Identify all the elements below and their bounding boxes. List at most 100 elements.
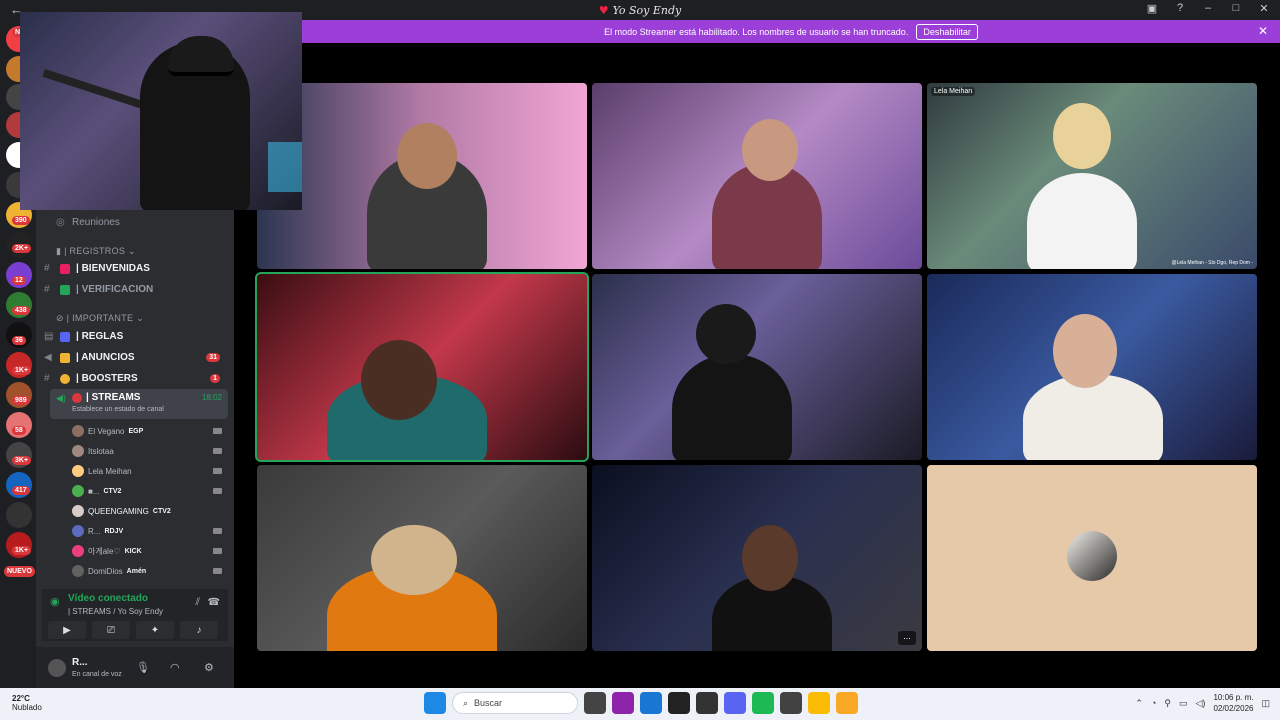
obs-icon[interactable] [780,692,802,714]
channel-status-hint[interactable]: Establece un estado de canal [72,406,164,413]
channel-reuniones[interactable]: ◎ Reuniones [56,217,120,228]
participant-head [742,525,798,591]
channel-reglas[interactable]: ▤ | REGLAS [44,331,123,342]
voice-channel-icon: ◎ [56,217,65,228]
voice-speaker-icon: ◀) [56,393,66,403]
video-tile[interactable] [592,274,922,460]
video-grid: Lela Meihan @Lela Meihan - Slo Dgo, Rep … [234,43,1280,688]
video-tile-no-camera[interactable] [927,465,1257,651]
participant-head [361,340,437,420]
voice-user[interactable]: Lela Meihan [72,465,222,477]
voice-user[interactable]: 아게ale♡ KICK [72,545,222,557]
camera-icon [213,548,222,554]
store-icon[interactable] [640,692,662,714]
voice-user-name: R... [88,526,101,536]
disconnect-icon[interactable]: ☎ [208,597,220,608]
channel-bienvenidas[interactable]: # | BIENVENIDAS [44,263,150,274]
weather-widget[interactable]: 22°C Nublado [12,694,42,712]
voice-user-tag: RDJV [104,527,124,535]
close-window-icon[interactable]: ✕ [1256,2,1272,15]
video-tile[interactable]: Lela Meihan @Lela Meihan - Slo Dgo, Rep … [927,83,1257,269]
mic-tray-icon[interactable]: ⚲ [1164,698,1171,709]
video-tile[interactable] [257,465,587,651]
server-badge: 12 [12,276,26,285]
camera-icon [213,428,222,434]
minimize-icon[interactable]: – [1200,2,1216,15]
voice-user-tag: CTV2 [103,487,122,495]
channel-streams-active[interactable]: ◀) | STREAMS 18:02 Establece un estado d… [50,389,228,419]
voice-user[interactable]: DomiDios Amén [72,565,222,577]
video-tile[interactable] [592,83,922,269]
server-icon[interactable] [6,502,32,528]
channel-streams-label: | STREAMS [86,392,141,403]
new-server-badge: NUEVO [4,566,35,577]
streamer-cap [168,36,234,76]
close-banner-icon[interactable]: ✕ [1258,24,1268,38]
avatar [72,445,84,457]
channel-verificacion[interactable]: # | VERIFICACION [44,284,153,295]
avatar[interactable] [48,659,66,677]
maximize-icon[interactable]: □ [1228,2,1244,15]
microphone-icon[interactable]: 🎙 [136,661,150,674]
taskbar-search[interactable]: ⌕ Buscar [452,692,578,714]
channel-boosters[interactable]: # | BOOSTERS 1 [44,373,230,384]
video-tile[interactable]: ... [592,465,922,651]
volume-icon[interactable]: ◁) [1196,698,1206,709]
headphones-icon[interactable]: ◠ [170,661,180,674]
spotify-icon[interactable] [752,692,774,714]
terminal-icon[interactable] [668,692,690,714]
voice-user[interactable]: R... RDJV [72,525,222,537]
search-icon: ⌕ [463,697,469,708]
video-tile[interactable] [927,274,1257,460]
help-icon[interactable]: ? [1172,2,1188,15]
chrome-icon[interactable] [808,692,830,714]
disable-streamer-button[interactable]: Deshabilitar [916,23,978,40]
voice-user-tag: Amén [126,567,147,575]
mention-badge: 1 [210,374,220,383]
voice-connection-panel: ◉ Vídeo conectado | STREAMS / Yo Soy End… [42,589,228,641]
voice-user[interactable]: ■... CTV2 [72,485,222,497]
category-importante[interactable]: ⊘ | IMPORTANTE ⌄ [56,313,144,324]
server-badge: 36 [12,336,26,345]
participant-head [1053,314,1117,388]
activities-button[interactable]: ✦ [136,621,174,639]
video-tile-speaking[interactable] [255,272,589,462]
megaphone-icon: ◀ [44,352,52,363]
weather-temp: 22°C [12,694,30,703]
avatar [72,545,84,557]
video-tile[interactable] [257,83,587,269]
discord-icon[interactable] [724,692,746,714]
category-registros[interactable]: ▮ | REGISTROS ⌄ [56,246,136,257]
channel-anuncios[interactable]: ◀ | ANUNCIOS 31 [44,352,230,363]
voice-user[interactable]: QUEENGAMING CTV2 [72,505,222,517]
soundboard-button[interactable]: ♪ [180,621,218,639]
window-controls: ▣ ? – □ ✕ [1144,2,1272,15]
task-view-icon[interactable] [584,692,606,714]
noise-suppression-icon[interactable]: ⫽ [196,597,200,608]
settings-gear-icon[interactable]: ⚙ [204,661,214,674]
clock[interactable]: 10:06 p. m. 02/02/2026 [1213,692,1253,714]
windows-start-icon[interactable] [424,692,446,714]
avatar [72,505,84,517]
server-badge: 58 [12,426,26,435]
server-badge: 989 [12,396,30,405]
username[interactable]: R... [72,657,88,668]
clock-time: 10:06 p. m. [1213,693,1254,702]
server-badge: 3K+ [12,456,32,465]
copilot-icon[interactable] [612,692,634,714]
screen-share-button[interactable]: ⎚ [92,621,130,639]
voice-user[interactable]: El Vegano EGP [72,425,222,437]
notification-icon[interactable]: ◫ [1261,698,1270,709]
voice-user-tag: CTV2 [152,507,171,515]
network-icon[interactable]: ◔ [1151,698,1156,708]
clock-date: 02/02/2026 [1213,704,1254,713]
camera-button[interactable]: ▶ [48,621,86,639]
voice-status-channel[interactable]: | STREAMS / Yo Soy Endy [68,607,163,616]
app-icon[interactable] [696,692,718,714]
voice-user[interactable]: Itslotaa [72,445,222,457]
inbox-icon[interactable]: ▣ [1144,2,1160,15]
display-icon[interactable]: ▭ [1179,698,1188,709]
chevron-up-icon[interactable]: ⌃ [1135,698,1143,709]
more-options-button[interactable]: ... [898,631,916,645]
folder-icon[interactable] [836,692,858,714]
